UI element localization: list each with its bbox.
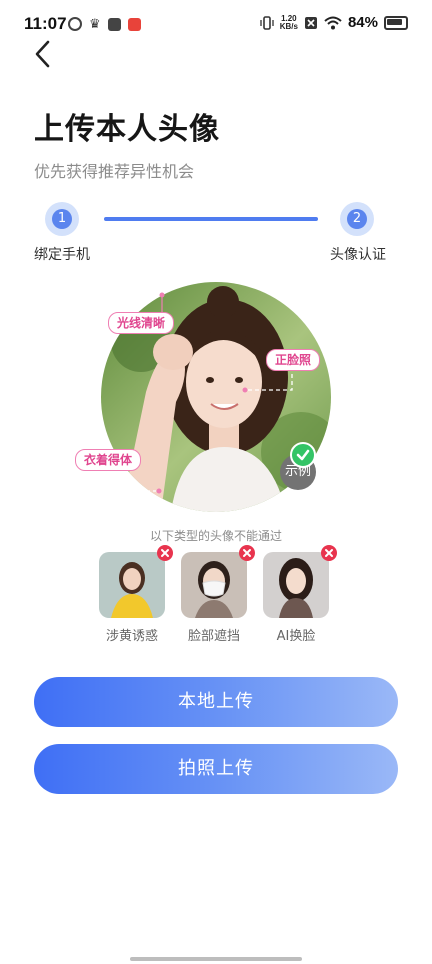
page-subtitle: 优先获得推荐异性机会 bbox=[34, 162, 195, 181]
step-1-number: 1 bbox=[52, 209, 72, 229]
message-icon bbox=[107, 17, 121, 31]
reject-caption: 以下类型的头像不能通过 bbox=[149, 529, 282, 543]
reject-label-ai-face: AI换脸 bbox=[276, 629, 316, 644]
status-right: 1.20 KB/s 84% bbox=[260, 14, 408, 31]
step-2-number: 2 bbox=[347, 209, 367, 229]
battery-icon bbox=[384, 15, 408, 30]
status-bar: 11:07 ♛ 1.20 KB/s 84% bbox=[0, 0, 432, 46]
crown-icon: ♛ bbox=[89, 16, 101, 31]
wifi-icon bbox=[324, 16, 342, 29]
step-2-label: 头像认证 bbox=[330, 247, 386, 263]
network-speed: 1.20 KB/s bbox=[279, 14, 298, 31]
reject-thumb-provocative bbox=[99, 552, 165, 618]
vibrate-icon bbox=[260, 15, 274, 30]
check-icon bbox=[290, 442, 316, 468]
home-indicator[interactable] bbox=[130, 957, 302, 961]
reject-label-provocative: 涉黄诱惑 bbox=[105, 629, 158, 644]
status-time: 11:07 bbox=[24, 14, 67, 33]
back-button[interactable] bbox=[26, 36, 62, 72]
no-sim-icon bbox=[304, 16, 317, 29]
battery-percent: 84% bbox=[347, 14, 378, 31]
step-1-label: 绑定手机 bbox=[34, 247, 90, 263]
step-progress-line bbox=[104, 217, 318, 221]
tag-front-face: 正脸照 bbox=[266, 349, 321, 371]
page-title: 上传本人头像 bbox=[34, 112, 220, 147]
local-upload-button[interactable]: 本地上传 bbox=[34, 677, 398, 727]
step-2-indicator: 2 bbox=[340, 202, 374, 236]
reject-label-face-covered: 脸部遮挡 bbox=[187, 629, 240, 644]
reject-example-face-covered: 脸部遮挡 bbox=[181, 545, 255, 644]
app-badge-icon bbox=[127, 17, 141, 31]
reject-x-icon bbox=[157, 545, 173, 561]
reject-thumb-face-covered bbox=[181, 552, 247, 618]
notification-icons: ♛ bbox=[68, 16, 141, 32]
speed-unit: KB/s bbox=[279, 21, 298, 31]
reject-x-icon bbox=[321, 545, 337, 561]
reject-thumb-ai-face bbox=[263, 552, 329, 618]
reject-example-provocative: 涉黄诱惑 bbox=[99, 545, 173, 644]
tag-light-clear: 光线清晰 bbox=[108, 312, 175, 334]
step-1-indicator: 1 bbox=[45, 202, 79, 236]
take-photo-button[interactable]: 拍照上传 bbox=[34, 744, 398, 794]
reject-example-ai-face: AI换脸 bbox=[263, 545, 337, 644]
tag-dressed-properly: 衣着得体 bbox=[75, 449, 142, 471]
app-notification-icon bbox=[68, 17, 82, 31]
reject-x-icon bbox=[239, 545, 255, 561]
